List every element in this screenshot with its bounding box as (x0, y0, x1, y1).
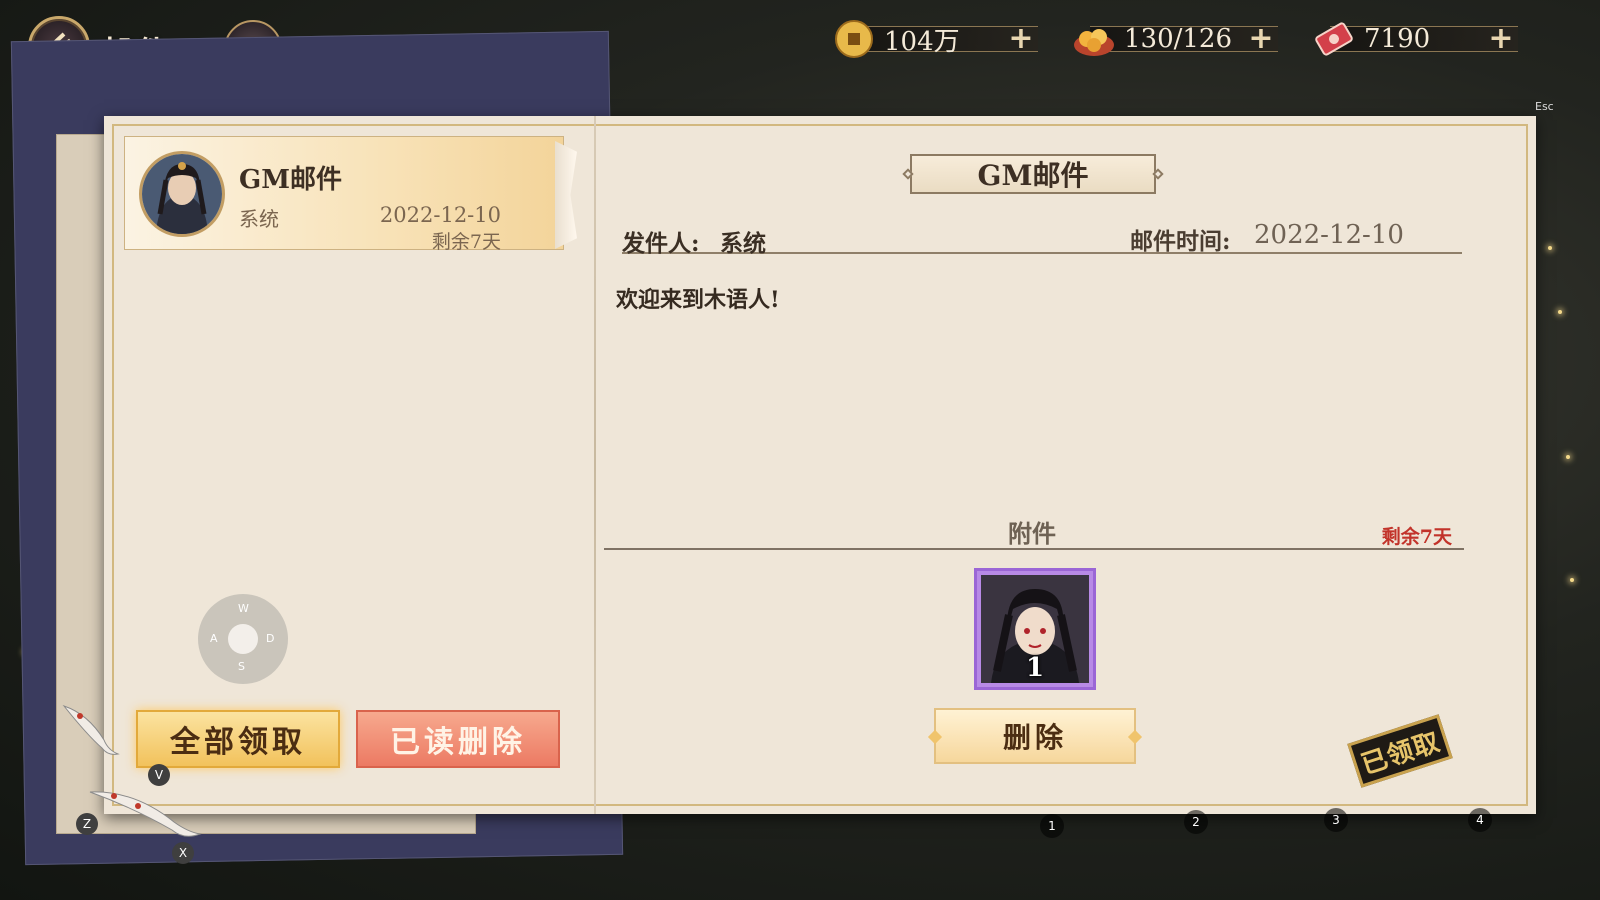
key-s-label: S (238, 660, 245, 673)
hotbar-slot-3[interactable]: 3 (1324, 808, 1348, 832)
character-portrait: 1 (981, 575, 1089, 683)
sender-value: 系统 (720, 230, 766, 257)
key-a-label: A (210, 632, 218, 645)
food-plate-icon (1072, 17, 1116, 61)
attachment-item[interactable]: 1 (974, 568, 1096, 690)
mail-time-value: 2022-12-10 (1254, 220, 1404, 250)
hotbar-slot-4[interactable]: 4 (1468, 808, 1492, 832)
attachment-header: 附件 剩余7天 (604, 514, 1464, 550)
resource-ticket: 7190 + (1312, 17, 1518, 61)
sparkle (1570, 578, 1574, 582)
sender-label: 发件人: (622, 230, 700, 257)
sparkle (1558, 310, 1562, 314)
delete-label: 删除 (1002, 721, 1067, 754)
esc-hint: Esc (1535, 100, 1554, 113)
resource-copper: 104万 + (832, 17, 1038, 61)
copper-coin-icon (832, 17, 876, 61)
add-ticket-button[interactable]: + (1487, 24, 1515, 54)
mail-item-date: 2022-12-10 (379, 203, 501, 227)
page-divider (594, 116, 596, 814)
resource-value: 130/126 (1124, 24, 1233, 54)
delete-read-button[interactable]: 已读删除 (356, 710, 560, 768)
detail-title-text: GM邮件 (977, 159, 1089, 192)
add-copper-button[interactable]: + (1007, 24, 1035, 54)
mail-item-sender: 系统 (239, 207, 279, 231)
add-food-button[interactable]: + (1247, 24, 1275, 54)
mail-item-title: GM邮件 (239, 165, 342, 195)
sparkle (1548, 246, 1552, 250)
key-x-hint: X (172, 842, 194, 864)
hotbar-slot-2[interactable]: 2 (1184, 810, 1208, 834)
attachment-remaining: 剩余7天 (1381, 526, 1452, 548)
detail-title: GM邮件 (902, 154, 1164, 194)
mail-list-item[interactable]: GM邮件 系统 2022-12-10 剩余7天 (124, 136, 577, 253)
resource-value: 104万 (884, 26, 960, 57)
key-w-label: W (238, 602, 249, 615)
attachment-label: 附件 (1008, 519, 1056, 548)
sparkle (1566, 455, 1570, 459)
koi-fish-icon (89, 791, 202, 837)
koi-fish-icon (62, 704, 120, 755)
mail-meta-row: 发件人: 系统 邮件时间: 2022-12-10 (622, 220, 1462, 257)
resource-food: 130/126 + (1072, 17, 1278, 61)
delete-button[interactable]: 删除 (927, 708, 1143, 764)
key-z-hint: Z (76, 813, 98, 835)
key-d-label: D (266, 632, 275, 645)
hotbar-slot-1[interactable]: 1 (1040, 814, 1064, 838)
wasd-joystick[interactable]: W A D S (198, 594, 288, 684)
sender-avatar (139, 151, 225, 237)
item-count: 1 (1025, 653, 1045, 683)
resource-value: 7190 (1364, 24, 1431, 54)
ticket-icon (1312, 17, 1356, 61)
mail-item-remaining: 剩余7天 (431, 231, 501, 253)
mail-time-label: 邮件时间: (1130, 228, 1231, 255)
claim-all-button[interactable]: 全部领取 (136, 710, 340, 768)
mail-panel: GM邮件 系统 2022-12-10 剩余7天 W A D S 全部领取 已读删… (104, 116, 1536, 814)
joystick-knob[interactable] (228, 624, 258, 654)
mail-body: 欢迎来到木语人! (616, 287, 780, 313)
